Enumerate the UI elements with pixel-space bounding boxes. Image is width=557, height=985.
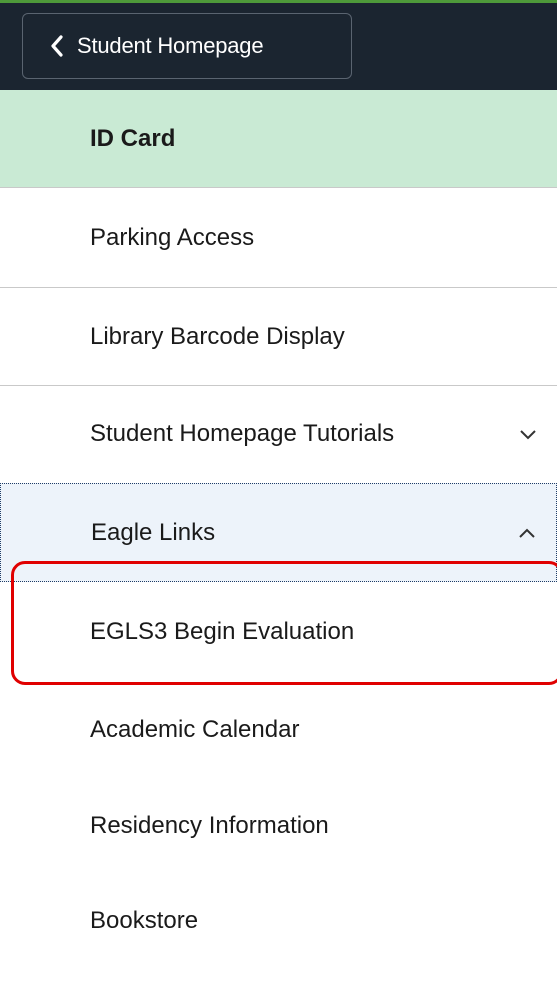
nav-item-label: Residency Information — [90, 812, 329, 839]
chevron-left-icon — [37, 34, 77, 58]
back-button-label: Student Homepage — [77, 33, 264, 58]
nav-subitem-bookstore[interactable]: Bookstore — [0, 874, 557, 968]
nav-subitem-residency-information[interactable]: Residency Information — [0, 778, 557, 874]
nav-item-label: ID Card — [90, 124, 176, 152]
nav-item-id-card[interactable]: ID Card — [0, 90, 557, 188]
back-to-student-homepage-button[interactable]: Student Homepage — [22, 13, 352, 79]
nav-item-parking-access[interactable]: Parking Access — [0, 188, 557, 288]
nav-item-label: Academic Calendar — [90, 716, 300, 743]
side-nav-panel: Student Homepage ID Card Parking Access … — [0, 0, 557, 985]
nav-item-library-barcode-display[interactable]: Library Barcode Display — [0, 288, 557, 386]
nav-subitem-academic-calendar[interactable]: Academic Calendar — [0, 682, 557, 778]
nav-item-label: Student Homepage Tutorials — [90, 420, 395, 447]
nav-item-student-homepage-tutorials[interactable]: Student Homepage Tutorials — [0, 386, 557, 482]
chevron-down-icon — [517, 423, 539, 445]
nav-item-label: Library Barcode Display — [90, 322, 345, 350]
nav-item-label: Parking Access — [90, 223, 255, 251]
nav-item-label: EGLS3 Begin Evaluation — [90, 618, 355, 645]
nav-item-label: Bookstore — [90, 907, 199, 934]
nav-item-eagle-links[interactable]: Eagle Links — [0, 483, 557, 582]
chevron-up-icon — [516, 522, 538, 544]
nav-item-label: Eagle Links — [91, 518, 216, 546]
header-accent-bar — [0, 0, 557, 3]
nav-header: Student Homepage — [0, 0, 557, 90]
nav-subitem-egls3-begin-evaluation[interactable]: EGLS3 Begin Evaluation — [0, 582, 557, 682]
